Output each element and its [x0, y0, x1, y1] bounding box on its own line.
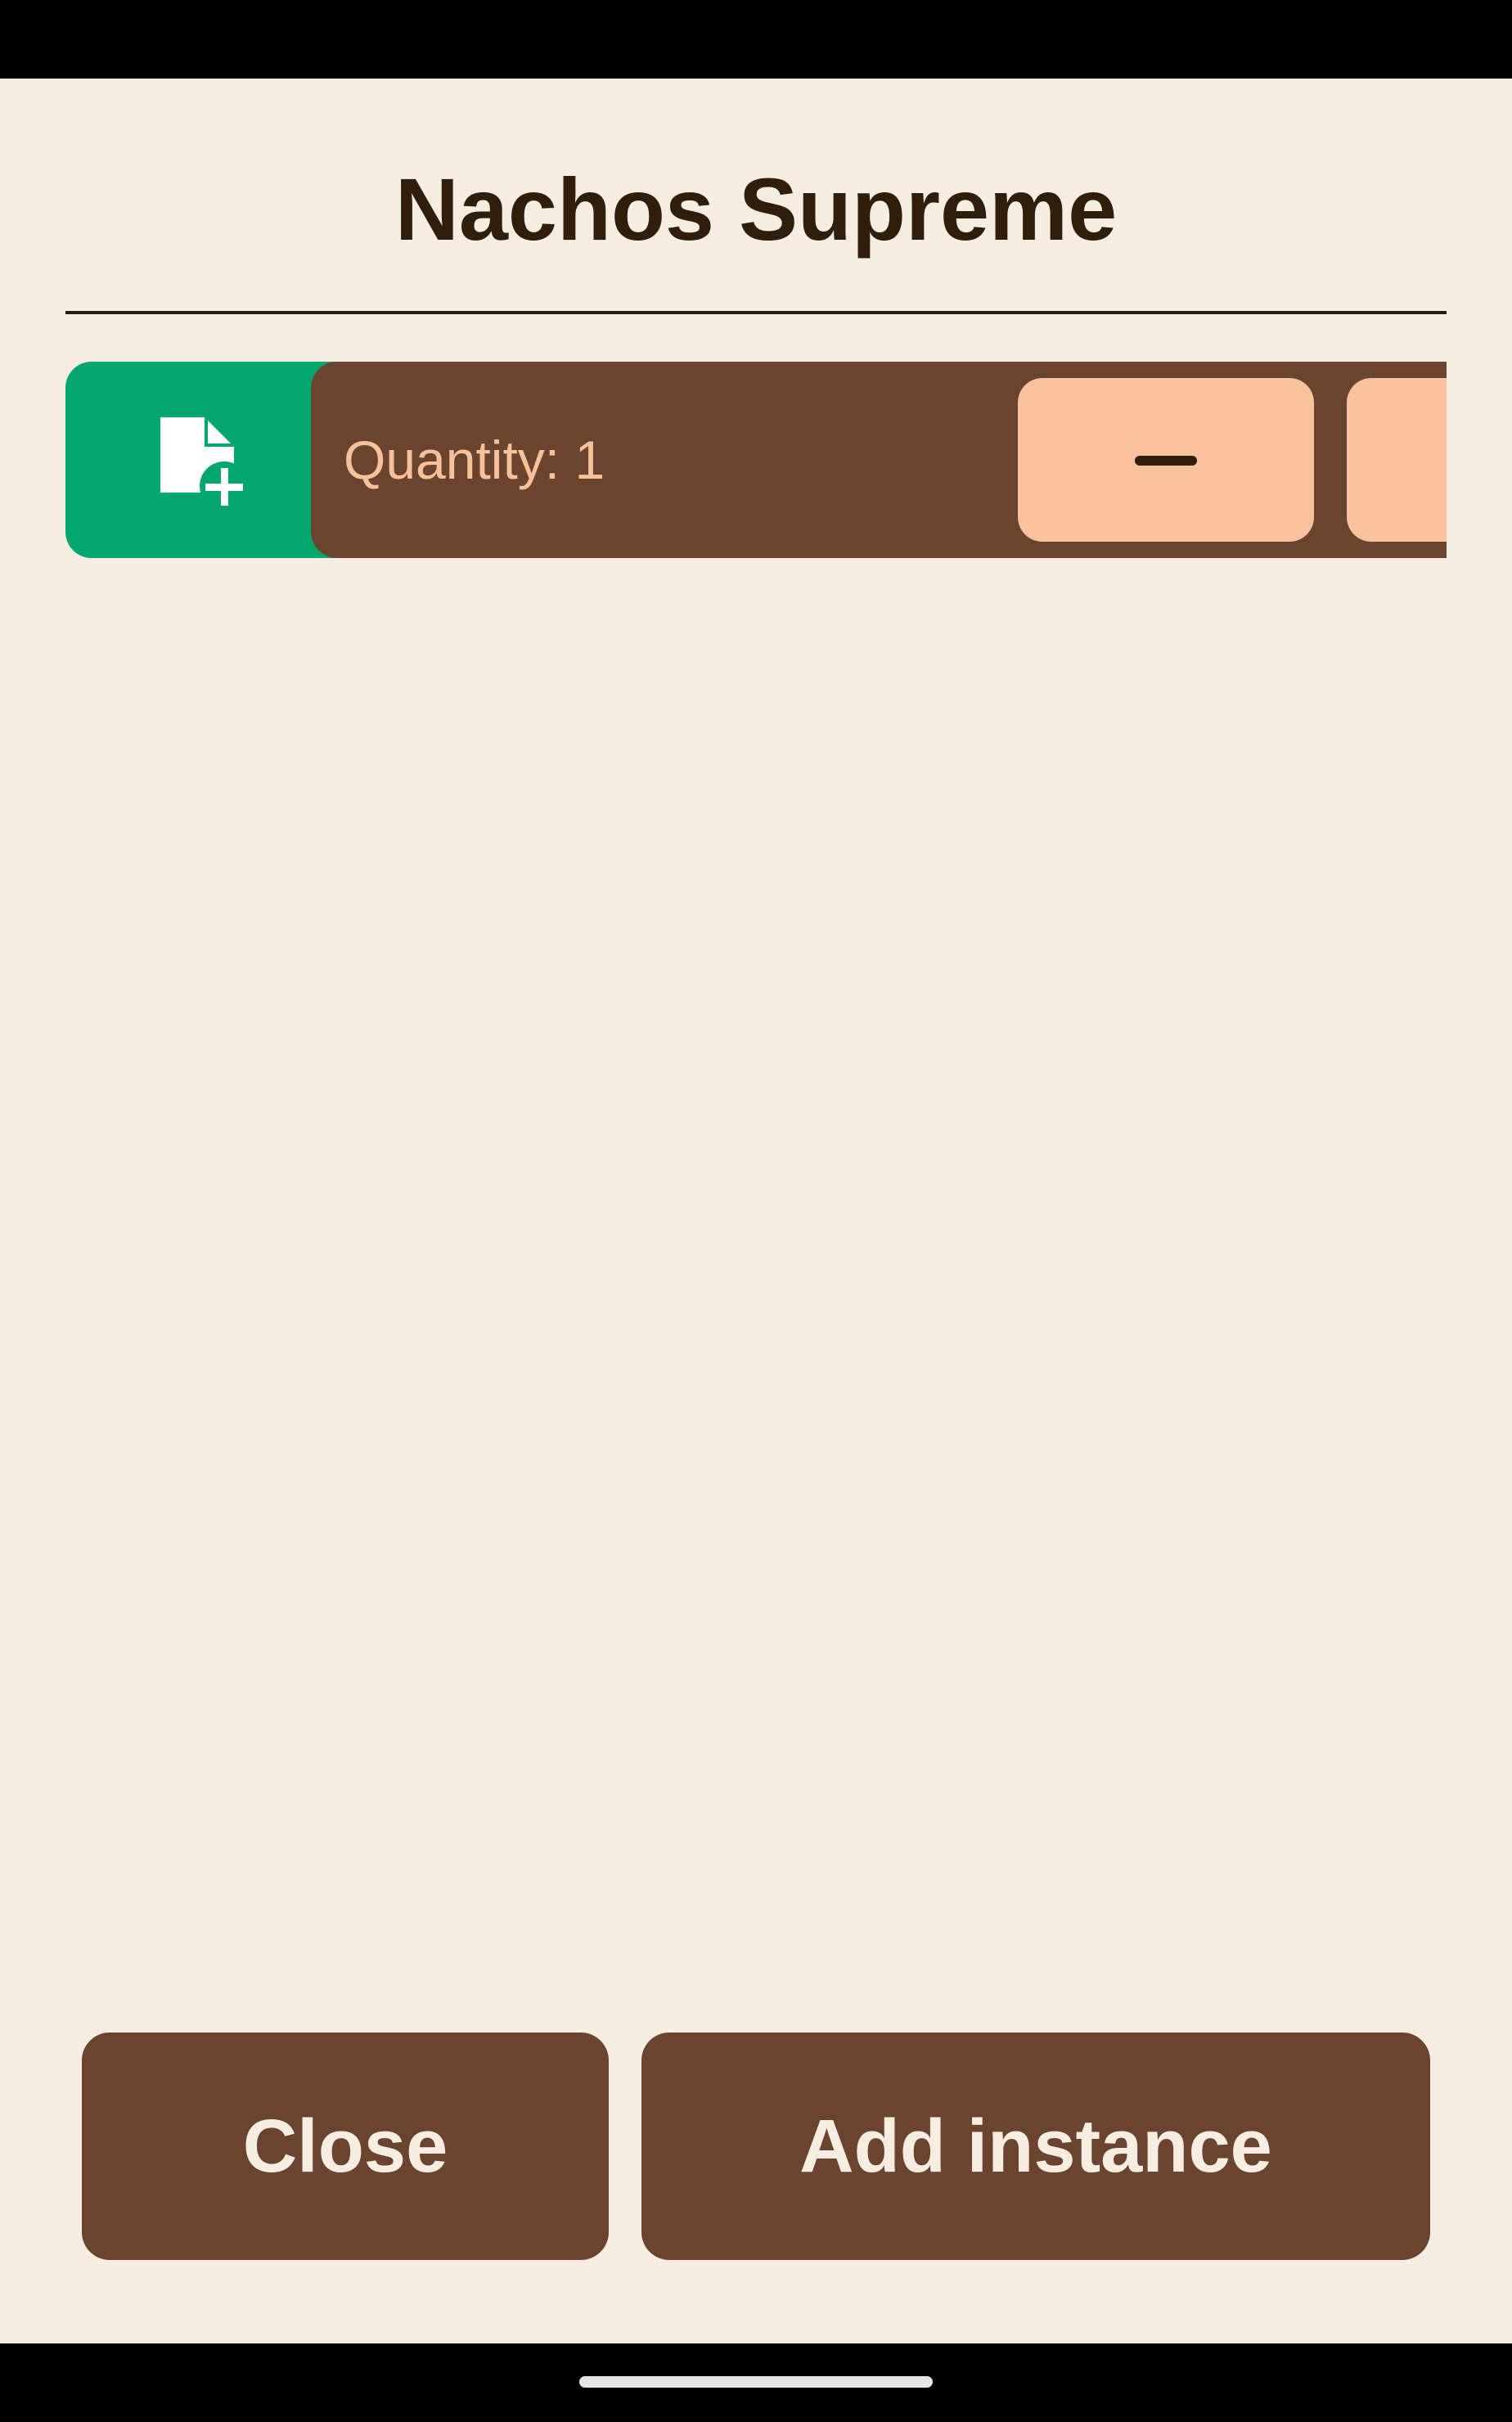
home-handle[interactable]	[579, 2376, 933, 2388]
increment-button[interactable]	[1347, 378, 1447, 542]
add-instance-button[interactable]: Add instance	[641, 2033, 1430, 2260]
dialog: Nachos Supreme Quantity: 1 Close Add ins…	[0, 79, 1512, 2343]
navigation-bar	[0, 2343, 1512, 2422]
close-button[interactable]: Close	[82, 2033, 609, 2260]
title-divider	[65, 311, 1447, 314]
status-bar	[0, 0, 1512, 79]
instance-row[interactable]: Quantity: 1	[65, 362, 1447, 558]
quantity-label: Quantity: 1	[344, 430, 605, 490]
note-add-icon	[160, 417, 249, 511]
minus-icon	[1135, 456, 1197, 466]
instance-row-content[interactable]: Quantity: 1	[311, 362, 1447, 558]
decrement-button[interactable]	[1018, 378, 1314, 542]
dialog-title: Nachos Supreme	[394, 160, 1118, 259]
